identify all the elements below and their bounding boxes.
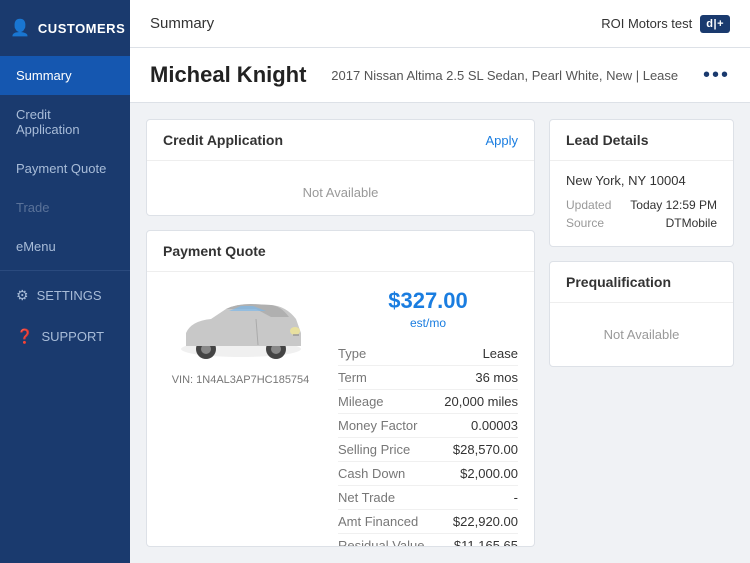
sidebar-item-credit-application[interactable]: Credit Application: [0, 95, 130, 149]
car-illustration: [171, 291, 311, 366]
price-section: $327.00 est/mo Type Lease Term 36 mos: [338, 288, 518, 547]
amt-financed-value: $22,920.00: [453, 514, 518, 529]
sidebar-header: 👤 CUSTOMERS: [0, 0, 130, 56]
lead-location: New York, NY 10004: [566, 173, 717, 188]
sidebar: 👤 CUSTOMERS Summary Credit Application P…: [0, 0, 130, 563]
detail-row: Type Lease: [338, 342, 518, 366]
detail-row: Mileage 20,000 miles: [338, 390, 518, 414]
detail-row: Money Factor 0.00003: [338, 414, 518, 438]
credit-application-body: Not Available: [147, 161, 534, 216]
settings-label: SETTINGS: [37, 288, 102, 303]
sidebar-item-emenu[interactable]: eMenu: [0, 227, 130, 266]
customer-header: Micheal Knight 2017 Nissan Altima 2.5 SL…: [130, 48, 750, 103]
term-value: 36 mos: [475, 370, 518, 385]
prequalification-card: Prequalification Not Available: [549, 261, 734, 367]
credit-application-status: Not Available: [163, 175, 518, 210]
type-label: Type: [338, 346, 366, 361]
money-factor-label: Money Factor: [338, 418, 417, 433]
residual-value-label: Residual Value: [338, 538, 424, 547]
help-icon: ❓: [16, 328, 33, 345]
payment-quote-body: VIN: 1N4AL3AP7HC185754 $327.00 est/mo Ty…: [147, 272, 534, 547]
payment-quote-card: Payment Quote: [146, 230, 535, 547]
customer-vehicle: 2017 Nissan Altima 2.5 SL Sedan, Pearl W…: [331, 68, 678, 83]
car-section: VIN: 1N4AL3AP7HC185754: [163, 288, 318, 386]
prequalification-status: Not Available: [566, 317, 717, 352]
lead-source-row: Source DTMobile: [566, 216, 717, 230]
detail-row: Net Trade -: [338, 486, 518, 510]
customers-icon: 👤: [10, 18, 30, 38]
lead-updated-row: Updated Today 12:59 PM: [566, 198, 717, 212]
dealer-name: ROI Motors test: [601, 16, 692, 31]
mileage-value: 20,000 miles: [444, 394, 518, 409]
detail-row: Selling Price $28,570.00: [338, 438, 518, 462]
payment-quote-title: Payment Quote: [163, 243, 266, 259]
lead-details-body: New York, NY 10004 Updated Today 12:59 P…: [550, 161, 733, 246]
dealer-logo: d|+: [700, 15, 730, 33]
source-label: Source: [566, 216, 604, 230]
detail-row: Amt Financed $22,920.00: [338, 510, 518, 534]
detail-row: Term 36 mos: [338, 366, 518, 390]
updated-label: Updated: [566, 198, 611, 212]
credit-application-header: Credit Application Apply: [147, 120, 534, 161]
prequalification-body: Not Available: [550, 303, 733, 366]
amt-financed-label: Amt Financed: [338, 514, 418, 529]
main-content: Summary ROI Motors test d|+ Micheal Knig…: [130, 0, 750, 563]
selling-price-label: Selling Price: [338, 442, 410, 457]
mileage-label: Mileage: [338, 394, 384, 409]
sidebar-item-trade: Trade: [0, 188, 130, 227]
sidebar-item-settings[interactable]: ⚙ SETTINGS: [0, 275, 130, 316]
payment-details: Type Lease Term 36 mos Mileage 20,000 mi…: [338, 342, 518, 547]
updated-value: Today 12:59 PM: [630, 198, 717, 212]
right-panel: Lead Details New York, NY 10004 Updated …: [549, 119, 734, 547]
car-image: [171, 288, 311, 368]
lead-details-header: Lead Details: [550, 120, 733, 161]
type-value: Lease: [483, 346, 518, 361]
more-options-button[interactable]: •••: [703, 64, 730, 87]
lead-details-card: Lead Details New York, NY 10004 Updated …: [549, 119, 734, 247]
price-amount: $327.00: [338, 288, 518, 314]
topbar-right: ROI Motors test d|+: [601, 15, 730, 33]
lead-details-title: Lead Details: [566, 132, 648, 148]
credit-application-card: Credit Application Apply Not Available: [146, 119, 535, 216]
sidebar-item-support[interactable]: ❓ SUPPORT: [0, 316, 130, 357]
net-trade-value: -: [514, 490, 518, 505]
price-unit: est/mo: [338, 316, 518, 330]
cash-down-label: Cash Down: [338, 466, 405, 481]
apply-button[interactable]: Apply: [485, 133, 518, 148]
sidebar-nav: Summary Credit Application Payment Quote…: [0, 56, 130, 563]
term-label: Term: [338, 370, 367, 385]
net-trade-label: Net Trade: [338, 490, 395, 505]
sidebar-item-payment-quote[interactable]: Payment Quote: [0, 149, 130, 188]
customer-info: Micheal Knight: [150, 62, 306, 88]
gear-icon: ⚙: [16, 287, 29, 304]
money-factor-value: 0.00003: [471, 418, 518, 433]
customer-name: Micheal Knight: [150, 62, 306, 88]
payment-quote-header: Payment Quote: [147, 231, 534, 272]
topbar-title: Summary: [150, 15, 214, 32]
detail-row: Cash Down $2,000.00: [338, 462, 518, 486]
topbar: Summary ROI Motors test d|+: [130, 0, 750, 48]
left-panel: Credit Application Apply Not Available P…: [146, 119, 535, 547]
content-area: Credit Application Apply Not Available P…: [130, 103, 750, 563]
prequalification-header: Prequalification: [550, 262, 733, 303]
credit-application-title: Credit Application: [163, 132, 283, 148]
detail-row: Residual Value $11,165.65: [338, 534, 518, 547]
sidebar-brand-label: CUSTOMERS: [38, 21, 125, 36]
source-value: DTMobile: [666, 216, 717, 230]
cash-down-value: $2,000.00: [460, 466, 518, 481]
support-label: SUPPORT: [41, 329, 104, 344]
prequalification-title: Prequalification: [566, 274, 671, 290]
residual-value-value: $11,165.65: [454, 538, 518, 547]
selling-price-value: $28,570.00: [453, 442, 518, 457]
sidebar-item-summary[interactable]: Summary: [0, 56, 130, 95]
vin-label: VIN: 1N4AL3AP7HC185754: [172, 374, 310, 386]
